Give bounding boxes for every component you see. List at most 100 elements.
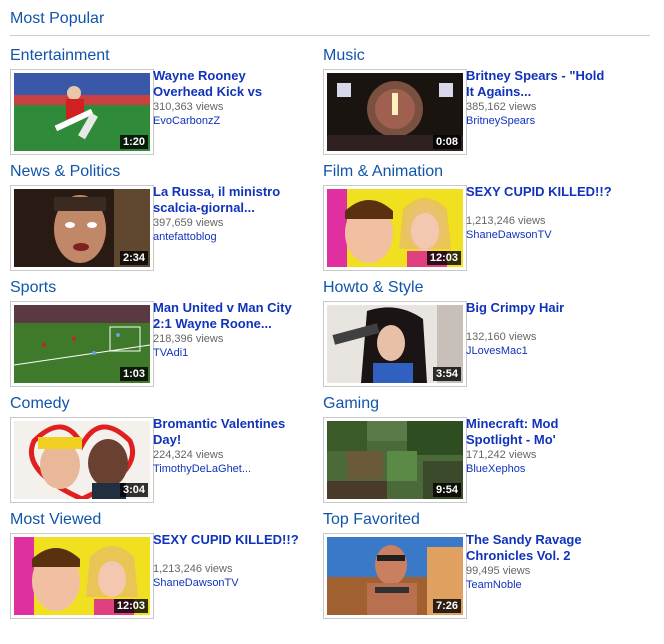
video-thumbnail-frame[interactable]: 3:54 — [323, 301, 467, 387]
category-title[interactable]: News & Politics — [10, 163, 120, 181]
video-thumbnail-frame[interactable]: 12:03 — [323, 185, 467, 271]
title-spacer — [153, 548, 313, 562]
video-thumbnail[interactable]: 12:03 — [327, 189, 463, 267]
video-duration: 7:26 — [432, 599, 461, 613]
video-title-line-2[interactable]: Chronicles Vol. 2 — [466, 548, 626, 564]
video-uploader-link[interactable]: JLovesMac1 — [466, 344, 626, 358]
video-title-line-2[interactable]: Day! — [153, 432, 313, 448]
video-duration: 3:04 — [119, 483, 148, 497]
video-info: Wayne Rooney Overhead Kick vs 310,363 vi… — [153, 68, 313, 128]
video-view-count: 224,324 views — [153, 449, 224, 461]
video-thumbnail-frame[interactable]: 2:34 — [10, 185, 154, 271]
video-title-line-1[interactable]: Bromantic Valentines — [153, 416, 313, 432]
video-info: Man United v Man City 2:1 Wayne Roone...… — [153, 300, 313, 360]
category-title[interactable]: Top Favorited — [323, 511, 420, 529]
video-view-count: 171,242 views — [466, 449, 537, 461]
category-title[interactable]: Music — [323, 47, 365, 65]
video-duration: 1:20 — [119, 135, 148, 149]
category-gaming: Gaming 9:54 Minecraft: Mod Spotlight - M… — [323, 395, 623, 505]
video-title-line-1[interactable]: Man United v Man City — [153, 300, 313, 316]
video-uploader-link[interactable]: TeamNoble — [466, 578, 626, 592]
video-thumbnail-frame[interactable]: 0:08 — [323, 69, 467, 155]
video-thumbnail[interactable]: 3:04 — [14, 421, 150, 499]
video-thumbnail[interactable]: 1:20 — [14, 73, 150, 151]
video-thumbnail[interactable]: 0:08 — [327, 73, 463, 151]
category-most-viewed: Most Viewed 12:03 SEXY CUPID KILLED!!? 1… — [10, 511, 310, 621]
video-uploader-link[interactable]: ShaneDawsonTV — [466, 228, 626, 242]
category-comedy: Comedy 3:04 Bromantic Valentines Day! 22… — [10, 395, 310, 505]
category-entertainment: Entertainment 1:20 Wayne Rooney Overhead… — [10, 47, 310, 157]
video-duration: 2:34 — [119, 251, 148, 265]
video-uploader-link[interactable]: BlueXephos — [466, 462, 626, 476]
video-duration: 9:54 — [432, 483, 461, 497]
category-news-politics: News & Politics 2:34 La Russa, il minist… — [10, 163, 310, 273]
video-uploader-link[interactable]: TVAdi1 — [153, 346, 313, 360]
video-duration: 0:08 — [432, 135, 461, 149]
category-film-animation: Film & Animation 12:03 SEXY CUPID KILLED… — [323, 163, 623, 273]
video-duration: 12:03 — [426, 251, 461, 265]
video-title-line-1[interactable]: Minecraft: Mod — [466, 416, 626, 432]
video-thumbnail-frame[interactable]: 3:04 — [10, 417, 154, 503]
video-thumbnail-frame[interactable]: 1:20 — [10, 69, 154, 155]
category-title[interactable]: Most Viewed — [10, 511, 101, 529]
video-duration: 1:03 — [119, 367, 148, 381]
video-thumbnail[interactable]: 9:54 — [327, 421, 463, 499]
video-title-line-2[interactable]: Spotlight - Mo' — [466, 432, 626, 448]
video-info: Minecraft: Mod Spotlight - Mo' 171,242 v… — [466, 416, 626, 476]
video-title-line-2[interactable]: It Agains... — [466, 84, 626, 100]
video-title-line-1[interactable]: SEXY CUPID KILLED!!? — [153, 532, 313, 548]
category-title[interactable]: Comedy — [10, 395, 70, 413]
video-info: La Russa, il ministro scalcia-giornal...… — [153, 184, 313, 244]
video-thumbnail[interactable]: 1:03 — [14, 305, 150, 383]
video-thumbnail[interactable]: 12:03 — [14, 537, 150, 615]
video-info: SEXY CUPID KILLED!!? 1,213,246 views Sha… — [466, 184, 626, 242]
video-duration: 3:54 — [432, 367, 461, 381]
video-title-line-1[interactable]: Britney Spears - "Hold — [466, 68, 626, 84]
category-howto-style: Howto & Style 3:54 Big Crimpy Hair 132,1… — [323, 279, 623, 389]
video-thumbnail-frame[interactable]: 1:03 — [10, 301, 154, 387]
video-thumbnail[interactable]: 7:26 — [327, 537, 463, 615]
video-title-line-2[interactable]: Overhead Kick vs — [153, 84, 313, 100]
category-title[interactable]: Film & Animation — [323, 163, 443, 181]
video-view-count: 385,162 views — [466, 101, 537, 113]
video-title-line-1[interactable]: SEXY CUPID KILLED!!? — [466, 184, 626, 200]
video-view-count: 397,659 views — [153, 217, 224, 229]
video-title-line-1[interactable]: La Russa, il ministro — [153, 184, 313, 200]
video-thumbnail[interactable]: 3:54 — [327, 305, 463, 383]
video-info: Big Crimpy Hair 132,160 views JLovesMac1 — [466, 300, 626, 358]
video-uploader-link[interactable]: EvoCarbonzZ — [153, 114, 313, 128]
video-thumbnail-frame[interactable]: 12:03 — [10, 533, 154, 619]
video-view-count: 132,160 views — [466, 331, 537, 343]
video-info: Bromantic Valentines Day! 224,324 views … — [153, 416, 313, 476]
video-uploader-link[interactable]: ShaneDawsonTV — [153, 576, 313, 590]
category-top-favorited: Top Favorited 7:26 The Sandy Ravage Chro… — [323, 511, 623, 621]
video-uploader-link[interactable]: antefattoblog — [153, 230, 313, 244]
video-title-line-2[interactable]: scalcia-giornal... — [153, 200, 313, 216]
category-music: Music 0:08 Britney Spears - "Hold It Aga… — [323, 47, 623, 157]
video-view-count: 1,213,246 views — [466, 215, 546, 227]
page-title: Most Popular — [10, 10, 105, 27]
category-title[interactable]: Howto & Style — [323, 279, 423, 297]
category-title[interactable]: Gaming — [323, 395, 379, 413]
video-view-count: 310,363 views — [153, 101, 224, 113]
video-view-count: 99,495 views — [466, 565, 531, 577]
title-spacer — [466, 316, 626, 330]
video-title-line-2[interactable]: 2:1 Wayne Roone... — [153, 316, 313, 332]
video-info: SEXY CUPID KILLED!!? 1,213,246 views Sha… — [153, 532, 313, 590]
video-view-count: 1,213,246 views — [153, 563, 233, 575]
video-title-line-1[interactable]: The Sandy Ravage — [466, 532, 626, 548]
title-spacer — [466, 200, 626, 214]
video-info: The Sandy Ravage Chronicles Vol. 2 99,49… — [466, 532, 626, 592]
video-thumbnail[interactable]: 2:34 — [14, 189, 150, 267]
video-uploader-link[interactable]: TimothyDeLaGhet... — [153, 462, 313, 476]
video-uploader-link[interactable]: BritneySpears — [466, 114, 626, 128]
video-title-line-1[interactable]: Wayne Rooney — [153, 68, 313, 84]
video-view-count: 218,396 views — [153, 333, 224, 345]
category-sports: Sports 1:03 Man United v Man City 2:1 Wa… — [10, 279, 310, 389]
video-thumbnail-frame[interactable]: 7:26 — [323, 533, 467, 619]
video-thumbnail-frame[interactable]: 9:54 — [323, 417, 467, 503]
category-title[interactable]: Entertainment — [10, 47, 110, 65]
video-title-line-1[interactable]: Big Crimpy Hair — [466, 300, 626, 316]
video-duration: 12:03 — [113, 599, 148, 613]
category-title[interactable]: Sports — [10, 279, 56, 297]
